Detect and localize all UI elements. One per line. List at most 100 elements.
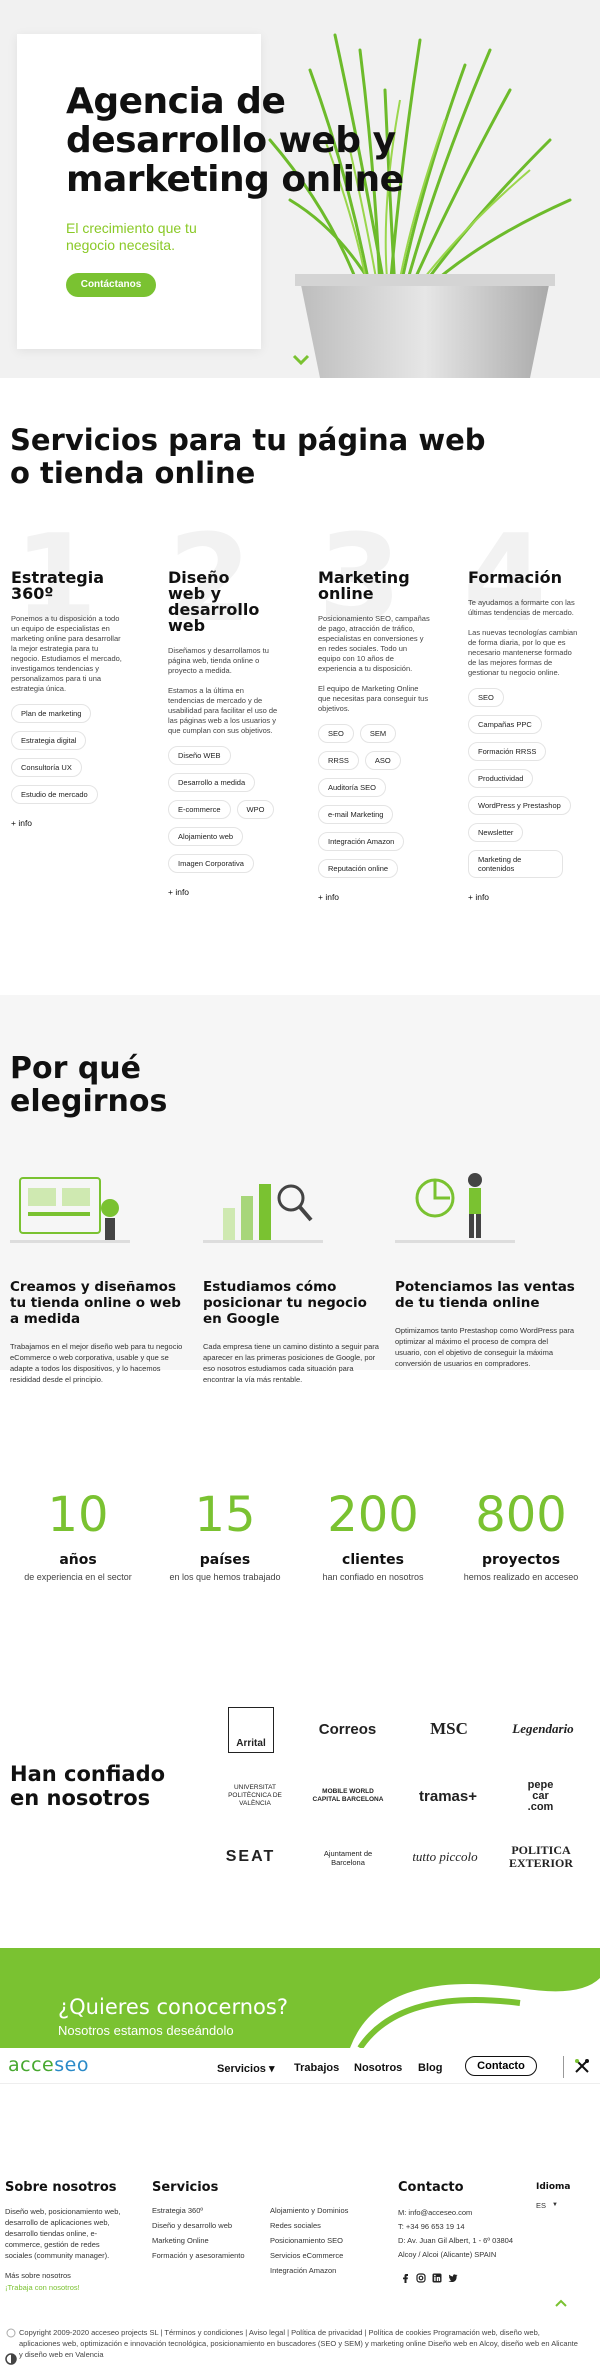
why-item-text: Cada empresa tiene un camino distinto a … <box>203 1342 379 1384</box>
footer-contact-title: Contacto <box>398 2180 464 2195</box>
service-tag[interactable]: Estrategia digital <box>11 731 87 750</box>
client-logo-legendario: Legendario <box>512 1721 574 1736</box>
footer-language-title: Idioma <box>536 2182 571 2192</box>
instagram-icon[interactable] <box>416 2273 426 2283</box>
stat-label: países <box>199 1552 251 1568</box>
footer-link[interactable]: Marketing Online <box>152 2233 262 2248</box>
service-tag[interactable]: Auditoría SEO <box>318 778 386 797</box>
nav-item-servicios[interactable]: Servicios ▾ <box>217 2062 275 2075</box>
footer-link[interactable]: Posicionamiento SEO <box>270 2233 380 2248</box>
service-tag[interactable]: Formación RRSS <box>468 742 547 761</box>
nav-item-trabajos[interactable]: Trabajos <box>294 2062 339 2074</box>
stat-item: 200 clientes han confiado en nosotros <box>298 1490 448 1582</box>
service-tag[interactable]: Desarrollo a medida <box>168 773 256 792</box>
client-logo-pepecar: pepe car .com <box>527 1778 554 1813</box>
tag-row: E-commerce WPO <box>168 800 280 827</box>
more-info-link[interactable]: + info <box>468 892 580 902</box>
service-text: Posicionamiento SEO, campañas de pago, a… <box>318 614 430 673</box>
stat-description: de experiencia en el sector <box>24 1572 132 1582</box>
service-tag[interactable]: Consultoría UX <box>11 758 82 777</box>
ecommerce-illustration <box>10 1177 130 1243</box>
service-tag[interactable]: RRSS <box>318 751 359 770</box>
tools-icon[interactable] <box>573 2057 591 2075</box>
footer-link[interactable]: Diseño y desarrollo web <box>152 2218 262 2233</box>
service-tag[interactable]: Alojamiento web <box>168 827 244 846</box>
why-item-title: Estudiamos cómo posicionar tu negocio en… <box>203 1279 367 1327</box>
footer-about-link[interactable]: Más sobre nosotros <box>5 2270 71 2281</box>
facebook-icon[interactable] <box>400 2273 410 2283</box>
service-tag[interactable]: SEM <box>359 724 397 743</box>
service-tag[interactable]: Reputación online <box>318 859 399 878</box>
service-tag[interactable]: Plan de marketing <box>11 704 92 723</box>
service-text: Ponemos a tu disposición a todo un equip… <box>11 614 122 693</box>
service-title: Estrategia 360º <box>11 568 105 603</box>
stats-section: 10 años de experiencia en el sector 15 p… <box>0 1440 600 1600</box>
footer-jobs-link[interactable]: ¡Trabaja con nosotros! <box>5 2282 80 2293</box>
footer-contact-line[interactable]: M: info@acceseo.com <box>398 2206 538 2220</box>
service-tag[interactable]: SEO <box>318 724 354 743</box>
chevron-down-icon[interactable] <box>290 349 312 371</box>
footer-link[interactable]: Alojamiento y Dominios <box>270 2203 380 2218</box>
service-column-web-design: Diseño web y desarrollo web Diseñamos y … <box>168 570 280 897</box>
copyright-icon <box>6 2328 16 2338</box>
footer-services-list: Alojamiento y Dominios Redes sociales Po… <box>270 2203 380 2278</box>
brand-logo-part: seo <box>54 2054 89 2076</box>
more-info-link[interactable]: + info <box>318 892 430 902</box>
footer-contact-info: M: info@acceseo.com T: +34 96 653 19 14 … <box>398 2206 538 2262</box>
stat-label: años <box>59 1552 97 1568</box>
why-item-text: Trabajamos en el mejor diseño web para t… <box>10 1342 183 1384</box>
footer-link[interactable]: Integración Amazon <box>270 2263 380 2278</box>
twitter-icon[interactable] <box>448 2273 458 2283</box>
service-tag[interactable]: e-mail Marketing <box>318 805 394 824</box>
footer-link[interactable]: Estrategia 360º <box>152 2203 262 2218</box>
stat-label: clientes <box>342 1552 404 1568</box>
service-tag[interactable]: WPO <box>236 800 275 819</box>
why-item: Potenciamos las ventas de tu tienda onli… <box>395 1168 575 1369</box>
services-title: Servicios para tu página web o tienda on… <box>10 423 486 490</box>
nav-item-nosotros[interactable]: Nosotros <box>354 2062 402 2074</box>
arrow-up-icon[interactable] <box>554 2296 568 2310</box>
more-info-link[interactable]: + info <box>168 887 280 897</box>
client-logo-upv: UNIVERSITAT POLITÈCNICA DE VALÈNCIA <box>228 1784 282 1807</box>
service-tag[interactable]: Imagen Corporativa <box>168 854 254 873</box>
service-tag[interactable]: Marketing de contenidos <box>468 850 563 878</box>
service-tag[interactable]: WordPress y Prestashop <box>468 796 571 815</box>
service-tag[interactable]: ASO <box>364 751 401 770</box>
stat-description: hemos realizado en acceseo <box>463 1572 579 1582</box>
accessibility-icon[interactable] <box>5 2353 17 2365</box>
stat-number: 800 <box>475 1487 567 1543</box>
seo-illustration <box>203 1184 323 1243</box>
service-tag[interactable]: Productividad <box>468 769 534 788</box>
hero-subtitle: El crecimiento que tu negocio necesita. <box>66 220 197 253</box>
client-logo-mwcb: MOBILE WORLD CAPITAL BARCELONA <box>312 1788 384 1803</box>
footer-link[interactable]: Redes sociales <box>270 2218 380 2233</box>
footer-contact-line[interactable]: T: +34 96 653 19 14 <box>398 2220 538 2234</box>
contact-button[interactable]: Contacto <box>465 2056 537 2076</box>
nav-divider <box>563 2056 564 2078</box>
linkedin-icon[interactable] <box>432 2273 442 2283</box>
service-text: Diseñamos y desarrollamos tu página web,… <box>168 646 269 675</box>
service-text: Te ayudamos a formarte con las últimas t… <box>468 598 575 617</box>
footer-link[interactable]: Servicios eCommerce <box>270 2248 380 2263</box>
service-tag[interactable]: Newsletter <box>468 823 524 842</box>
service-tag[interactable]: Campañas PPC <box>468 715 542 734</box>
language-selector[interactable]: ES ▼ <box>536 2200 558 2211</box>
service-tag[interactable]: E-commerce <box>168 800 231 819</box>
footer-services-title: Servicios <box>152 2180 219 2195</box>
service-text: El equipo de Marketing Online que necesi… <box>318 684 429 713</box>
brand-logo[interactable]: acceseo <box>8 2054 89 2076</box>
stat-label: proyectos <box>481 1552 561 1568</box>
service-text: Estamos a la última en tendencias de mer… <box>168 686 278 735</box>
service-tag[interactable]: Estudio de mercado <box>11 785 98 804</box>
client-logo-politica-exterior: POLITICA EXTERIOR <box>508 1843 573 1870</box>
more-info-link[interactable]: + info <box>11 818 123 828</box>
service-tag[interactable]: Diseño WEB <box>168 746 231 765</box>
main-navbar: acceseo Servicios ▾ Trabajos Nosotros Bl… <box>0 2050 600 2084</box>
nav-item-blog[interactable]: Blog <box>418 2062 442 2074</box>
service-text: Las nuevas tecnologías cambian de forma … <box>468 628 578 677</box>
footer-services-list: Estrategia 360º Diseño y desarrollo web … <box>152 2203 262 2263</box>
contact-cta-button[interactable]: Contáctanos <box>66 273 156 297</box>
service-tag[interactable]: SEO <box>468 688 504 707</box>
footer-link[interactable]: Formación y asesoramiento <box>152 2248 262 2263</box>
service-tag[interactable]: Integración Amazon <box>318 832 405 851</box>
